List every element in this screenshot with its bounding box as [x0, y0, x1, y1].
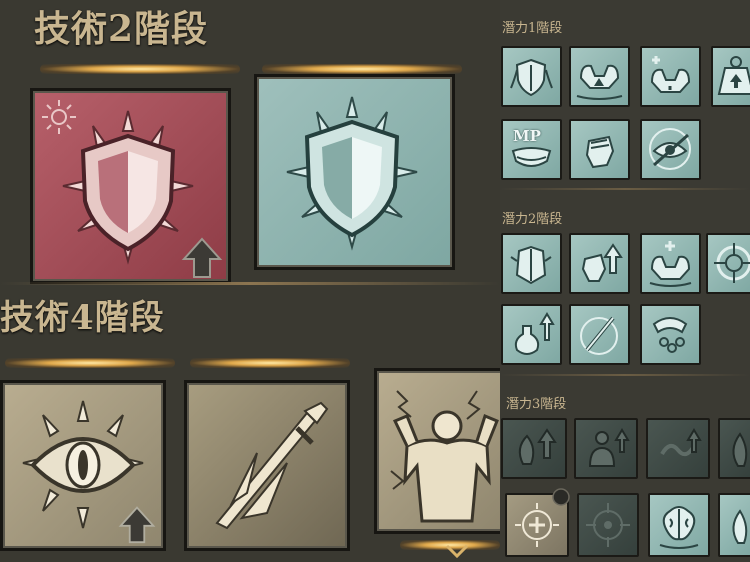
section-divider: [500, 188, 750, 190]
potential-1-slot-1[interactable]: [501, 46, 562, 107]
skill-tile-muscle[interactable]: [374, 368, 503, 534]
potion-icon: [514, 312, 555, 355]
shield-spike-icon: [286, 96, 418, 251]
mp-label: MP: [513, 127, 541, 145]
potential-2-slot-1[interactable]: [501, 233, 562, 294]
skill-tile-blade[interactable]: [184, 380, 350, 551]
leaf-shield-icon: [510, 58, 553, 97]
potential-3-slot-8[interactable]: [718, 493, 750, 557]
potential-3-slot-7[interactable]: [648, 493, 710, 557]
leaf-dark-icon: [732, 432, 748, 467]
section-title-skill-4: 技術4階段: [0, 298, 165, 338]
glow-bar: [40, 64, 240, 74]
potential-3-slot-4[interactable]: [718, 418, 750, 479]
sword-ring-icon: [580, 316, 618, 355]
muscle-figure-icon: [390, 390, 499, 523]
glow-bar: [190, 358, 350, 368]
fist-up-icon: [581, 243, 623, 282]
section-divider: [500, 374, 750, 376]
potential-3-slot-1[interactable]: [501, 418, 567, 479]
potential-1-slot-4[interactable]: [711, 46, 750, 107]
section-title-skill-2: 技術2階段: [34, 8, 209, 50]
potential-2-slot-6[interactable]: [569, 304, 630, 365]
potential-3-slot-3[interactable]: [646, 418, 710, 479]
figure-up-icon: [588, 428, 630, 467]
arrow-up-icon: [118, 506, 156, 544]
flex-arms-icon: [576, 64, 623, 100]
section-title-potential-3: 潛力3階段: [506, 397, 567, 412]
potential-panel: 潛力1階段 MP 潛力2階段 潛力3階段: [500, 0, 750, 562]
potential-2-slot-7[interactable]: [640, 304, 701, 365]
potential-2-slot-3[interactable]: [640, 233, 701, 294]
section-divider: [0, 282, 500, 285]
flex-arms-plus-icon: [650, 56, 691, 93]
chevron-down-icon: [445, 544, 469, 559]
armor-plus-icon: [510, 245, 552, 285]
arrow-up-icon: [181, 237, 223, 278]
eye-slash-icon: [649, 128, 691, 170]
glow-bar: [262, 64, 462, 74]
potential-1-slot-2[interactable]: [569, 46, 630, 107]
potential-1-slot-6[interactable]: [569, 119, 630, 180]
weight-up-icon: [717, 56, 750, 95]
flex-arms-sparkle-icon: [649, 241, 692, 287]
skill-tile-shield-selected[interactable]: [30, 88, 231, 284]
potential-1-slot-5[interactable]: MP: [501, 119, 562, 180]
leaf-teal-icon: [732, 509, 748, 544]
section-title-potential-1: 潛力1階段: [502, 21, 563, 36]
fist-icon: [585, 135, 615, 169]
chain-dark-icon: [660, 428, 702, 457]
swift-blade-icon: [215, 401, 329, 530]
target-icon: [714, 243, 750, 283]
potential-3-slot-2[interactable]: [574, 418, 638, 479]
potential-2-slot-5[interactable]: [501, 304, 562, 365]
glow-bar: [5, 358, 175, 368]
potential-1-slot-3[interactable]: [640, 46, 701, 107]
target-dark-icon: [586, 503, 630, 547]
lock-dot-icon: [552, 488, 570, 506]
skill-panel: 技術2階段 技術4階段: [0, 0, 503, 562]
leaf-up-icon: [518, 428, 557, 465]
skill-tile-shield[interactable]: [254, 74, 455, 270]
brain-icon: [659, 506, 699, 549]
potential-3-slot-6[interactable]: [577, 493, 639, 557]
skill-tile-eye[interactable]: [0, 380, 166, 551]
section-title-potential-2: 潛力2階段: [502, 212, 563, 227]
potential-1-slot-7[interactable]: [640, 119, 701, 180]
chain-hand-icon: [652, 317, 688, 353]
potential-2-slot-2[interactable]: [569, 233, 630, 294]
potential-2-slot-4[interactable]: [706, 233, 750, 294]
